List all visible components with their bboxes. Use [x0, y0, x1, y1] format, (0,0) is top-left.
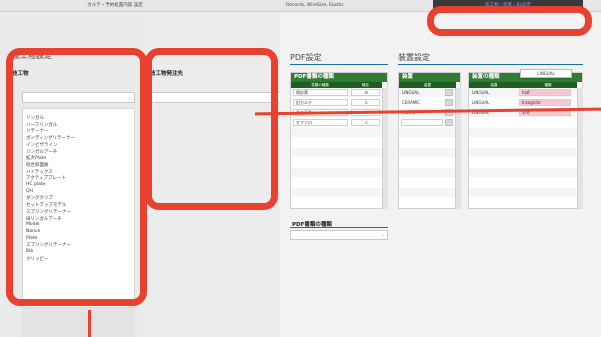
pdf-row[interactable] [291, 178, 382, 187]
pdf-abbr-cell[interactable]: c [351, 119, 380, 126]
pdf-scrollbar[interactable] [382, 88, 388, 209]
device-kind-scrollbar[interactable] [577, 88, 583, 209]
pdf-row[interactable]: 問診票 m [291, 88, 382, 97]
device-row-button[interactable] [445, 89, 453, 96]
device-kind-row[interactable] [469, 148, 577, 157]
tab-karte-settings[interactable]: カルテ・予約処置内容 設定 [60, 0, 170, 12]
device-settings-title: 装置設定 [398, 53, 430, 62]
pdf-panel2-underline [290, 227, 388, 228]
device-kind-row[interactable] [469, 188, 577, 197]
device-panel: 装置 装置 LINGUALCERAMICMETAL [398, 72, 461, 209]
device-row[interactable] [399, 178, 455, 187]
pdf-row[interactable] [291, 158, 382, 167]
pdf-row[interactable] [291, 168, 382, 177]
device-kind-row[interactable] [469, 138, 577, 147]
device-kind-row[interactable] [469, 198, 577, 207]
pdf-row[interactable] [291, 148, 382, 157]
device-row[interactable] [399, 128, 455, 137]
device-tooltip: LINGUAL [520, 69, 572, 78]
device-kind-row[interactable] [469, 168, 577, 177]
device-row[interactable]: CERAMIC [399, 98, 455, 107]
pdf-row[interactable]: セファロ c [291, 118, 382, 127]
pdf-type-cell[interactable]: セファロ [293, 119, 348, 126]
device-label[interactable]: LINGUAL [402, 88, 419, 97]
pdf-settings-title: PDF設定 [290, 53, 322, 62]
device-row[interactable] [399, 148, 455, 157]
annotation-outline-left [6, 48, 147, 306]
annotation-outline-middle [145, 48, 278, 210]
device-kind-row[interactable] [469, 158, 577, 167]
device-kind-device[interactable]: LINGUAL [472, 98, 489, 107]
annotation-outline-top-right [427, 6, 592, 36]
tab-records-wiresize[interactable]: Records, WireSize, Elastic [260, 0, 370, 12]
pdf-row[interactable] [291, 128, 382, 137]
device-title-underline [398, 64, 583, 65]
device-kind-panel: 装置の種類 装置 種類 LINGUAL half LINGUAL Incognito L… [468, 72, 583, 209]
dropdown-icon[interactable]: ⌄ [382, 232, 385, 237]
device-new-input[interactable] [401, 119, 443, 126]
device-row[interactable] [399, 188, 455, 197]
lab-item-list-footer [22, 308, 135, 337]
device-kind-row[interactable] [469, 178, 577, 187]
pdf-row[interactable] [291, 198, 382, 207]
pdf-row[interactable]: 旧カルテ k [291, 98, 382, 107]
pdf-type-panel: PDF書類の種類 書類の種類 略名 問診票m旧カルテk歯の画像Iセファロc [290, 72, 388, 209]
pdf-type-panel-header: PDF書類の種類 [291, 73, 387, 82]
device-scrollbar[interactable] [455, 88, 461, 209]
pdf-row[interactable] [291, 138, 382, 147]
device-row[interactable] [399, 158, 455, 167]
annotation-vertical-line [88, 310, 91, 337]
device-panel-header: 装置 [399, 73, 460, 82]
pdf-type-cell[interactable]: 問診票 [293, 89, 348, 96]
device-row-button[interactable] [445, 99, 453, 106]
device-row[interactable]: LINGUAL [399, 88, 455, 97]
device-row[interactable] [399, 118, 455, 127]
device-row[interactable] [399, 168, 455, 177]
pdf-abbr-cell[interactable]: m [351, 89, 380, 96]
device-kind-cell[interactable]: half [519, 89, 571, 96]
device-kind-device[interactable]: LINGUAL [472, 88, 489, 97]
device-kind-cell[interactable]: Incognito [519, 99, 571, 106]
device-row[interactable] [399, 198, 455, 207]
device-kind-row[interactable] [469, 118, 577, 127]
pdf-type-select[interactable]: ⌄ [290, 230, 388, 240]
pdf-type-cell[interactable]: 旧カルテ [293, 99, 348, 106]
pdf-abbr-cell[interactable]: k [351, 99, 380, 106]
device-kind-row[interactable]: LINGUAL half [469, 88, 577, 97]
device-add-button[interactable] [445, 119, 453, 126]
pdf-title-underline [290, 64, 388, 65]
pdf-row[interactable] [291, 188, 382, 197]
device-row[interactable] [399, 138, 455, 147]
device-label[interactable]: CERAMIC [402, 98, 420, 107]
device-kind-row[interactable]: LINGUAL Incognito [469, 98, 577, 107]
device-kind-row[interactable] [469, 128, 577, 137]
settings-area: PDF設定 装置設定 PDF書類の種類 書類の種類 略名 問診票m旧カルテk歯の… [280, 12, 601, 337]
